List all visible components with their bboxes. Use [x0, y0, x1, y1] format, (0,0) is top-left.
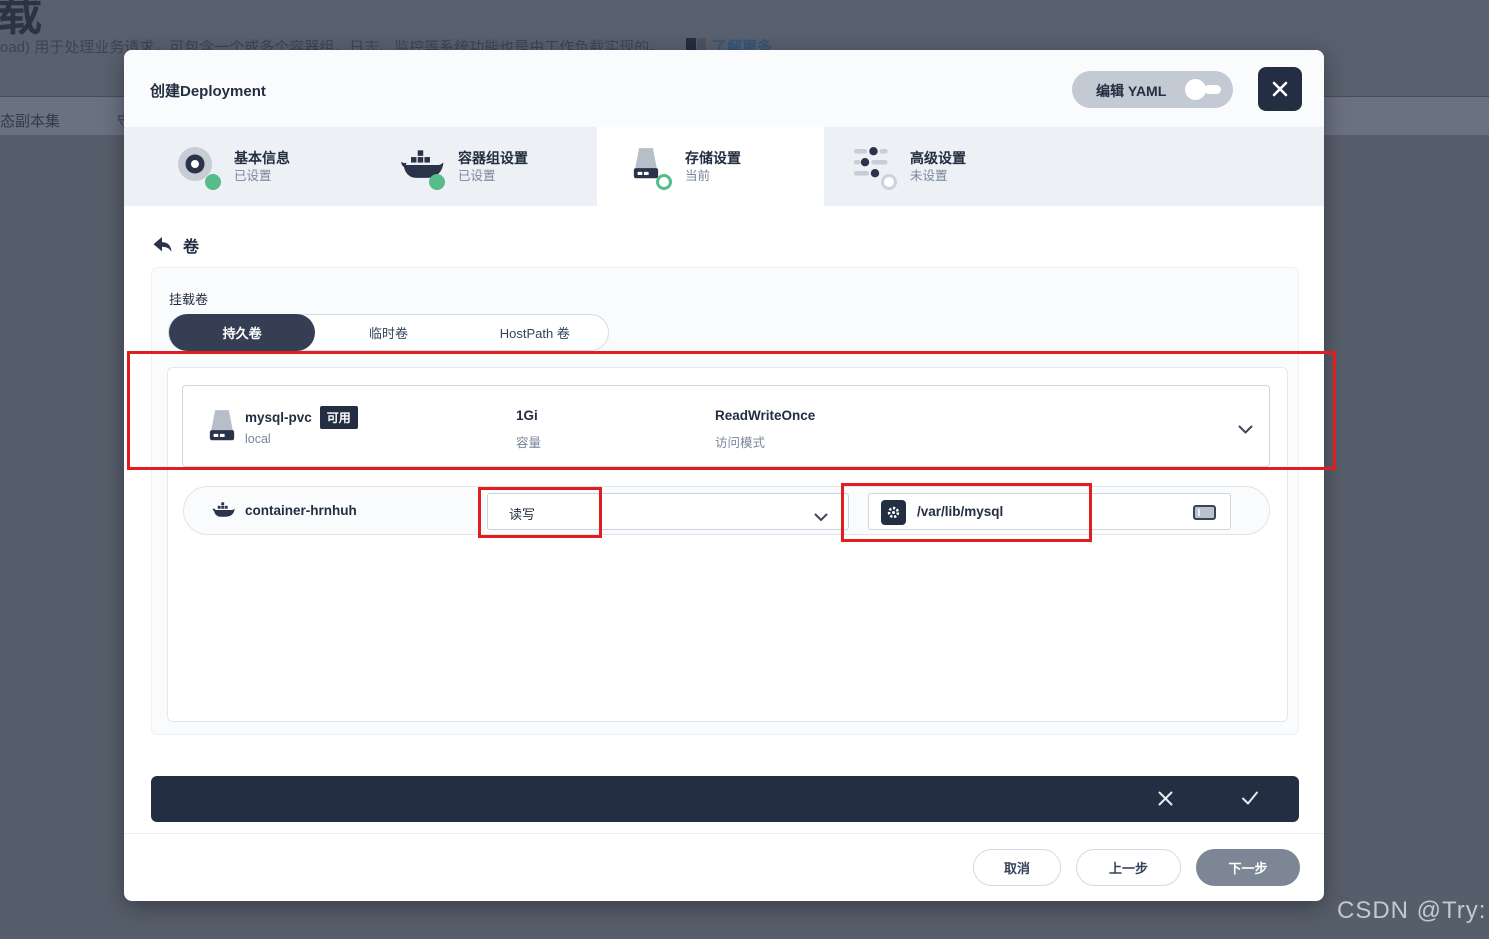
tab-persistent-volume[interactable]: 持久卷: [169, 314, 315, 351]
storage-icon: [203, 405, 241, 454]
wizard-steps: 基本信息 已设置: [124, 127, 1324, 206]
pvc-access-mode-value: ReadWriteOnce: [715, 408, 815, 423]
sliders-icon: [852, 145, 896, 189]
modal-header: 创建Deployment 编辑 YAML: [124, 50, 1324, 127]
step-advanced-settings[interactable]: 高级设置 未设置: [824, 127, 1324, 206]
mount-path-value: /var/lib/mysql: [917, 504, 1003, 519]
access-mode-value: 读写: [509, 504, 535, 523]
pvc-card[interactable]: mysql-pvc 可用 local 1Gi 容量 ReadWriteOnce …: [182, 385, 1270, 467]
step-status: 已设置: [458, 168, 528, 185]
step-status: 已设置: [234, 168, 290, 185]
storage-icon: [627, 145, 671, 189]
docker-whale-icon: [400, 145, 444, 189]
step-current-dot: [656, 174, 672, 190]
access-mode-select[interactable]: 读写: [487, 493, 849, 530]
step-label: 高级设置: [910, 149, 966, 168]
container-mount-row: container-hrnhuh 读写: [183, 486, 1270, 535]
next-step-button[interactable]: 下一步: [1196, 849, 1300, 886]
pvc-capacity-value: 1Gi: [516, 408, 538, 423]
section-title: 卷: [183, 233, 199, 257]
pvc-access-mode-label: 访问模式: [715, 432, 765, 451]
step-status: 未设置: [910, 168, 966, 185]
mount-volume-panel: 挂载卷 持久卷 临时卷 HostPath 卷: [151, 267, 1299, 735]
step-container-settings[interactable]: 容器组设置 已设置: [372, 127, 597, 206]
chevron-down-icon[interactable]: [1238, 422, 1253, 440]
close-button[interactable]: [1258, 67, 1302, 111]
pvc-capacity-label: 容量: [516, 432, 541, 451]
confirm-check-icon[interactable]: [1241, 790, 1259, 811]
mount-path-input[interactable]: /var/lib/mysql: [868, 493, 1231, 530]
pvc-storage-class: local: [245, 432, 271, 446]
toggle-switch-off-icon: [1185, 79, 1223, 100]
step-pending-dot: [881, 174, 897, 190]
step-done-dot: [205, 174, 221, 190]
close-icon: [1271, 80, 1289, 98]
confirm-bar: [151, 776, 1299, 822]
pvc-name: mysql-pvc: [245, 410, 312, 425]
screen: 载 oad) 用于处理业务请求，可包含一个或多个容器组，日志、监控等系统功能也是…: [0, 0, 1489, 939]
mount-volume-label: 挂载卷: [169, 289, 208, 308]
divider: [124, 833, 1324, 834]
step-label: 存储设置: [685, 149, 741, 168]
edit-yaml-label: 编辑 YAML: [1096, 81, 1166, 101]
step-storage-settings[interactable]: 存储设置 当前: [597, 127, 824, 206]
previous-step-button[interactable]: 上一步: [1076, 849, 1181, 886]
pvc-status-badge: 可用: [320, 406, 358, 429]
step-status: 当前: [685, 168, 741, 185]
background-tab-statefulset[interactable]: 态副本集: [0, 110, 60, 131]
subpath-toggle-icon[interactable]: [1193, 505, 1216, 520]
chevron-down-icon: [814, 509, 828, 527]
watermark: CSDN @Try:: [1337, 897, 1486, 925]
tab-hostpath-volume[interactable]: HostPath 卷: [462, 314, 608, 351]
edit-yaml-toggle[interactable]: 编辑 YAML: [1072, 71, 1233, 108]
container-name: container-hrnhuh: [245, 503, 357, 518]
step-done-dot: [429, 174, 445, 190]
step-basic-info[interactable]: 基本信息 已设置: [124, 127, 372, 206]
step-label: 容器组设置: [458, 149, 528, 168]
back-button[interactable]: 卷: [152, 233, 199, 257]
cancel-button[interactable]: 取消: [973, 849, 1061, 886]
volume-config-box: mysql-pvc 可用 local 1Gi 容量 ReadWriteOnce …: [167, 367, 1288, 722]
volume-type-tabs: 持久卷 临时卷 HostPath 卷: [168, 314, 609, 351]
step-label: 基本信息: [234, 149, 290, 168]
modal-title: 创建Deployment: [150, 80, 266, 101]
pod-icon: [176, 145, 220, 189]
gear-icon: [881, 500, 906, 525]
cancel-icon[interactable]: [1157, 790, 1174, 812]
back-arrow-icon: [152, 236, 173, 254]
create-deployment-modal: 创建Deployment 编辑 YAML: [124, 50, 1324, 901]
tab-temporary-volume[interactable]: 临时卷: [315, 314, 461, 351]
docker-whale-icon: [212, 500, 235, 525]
